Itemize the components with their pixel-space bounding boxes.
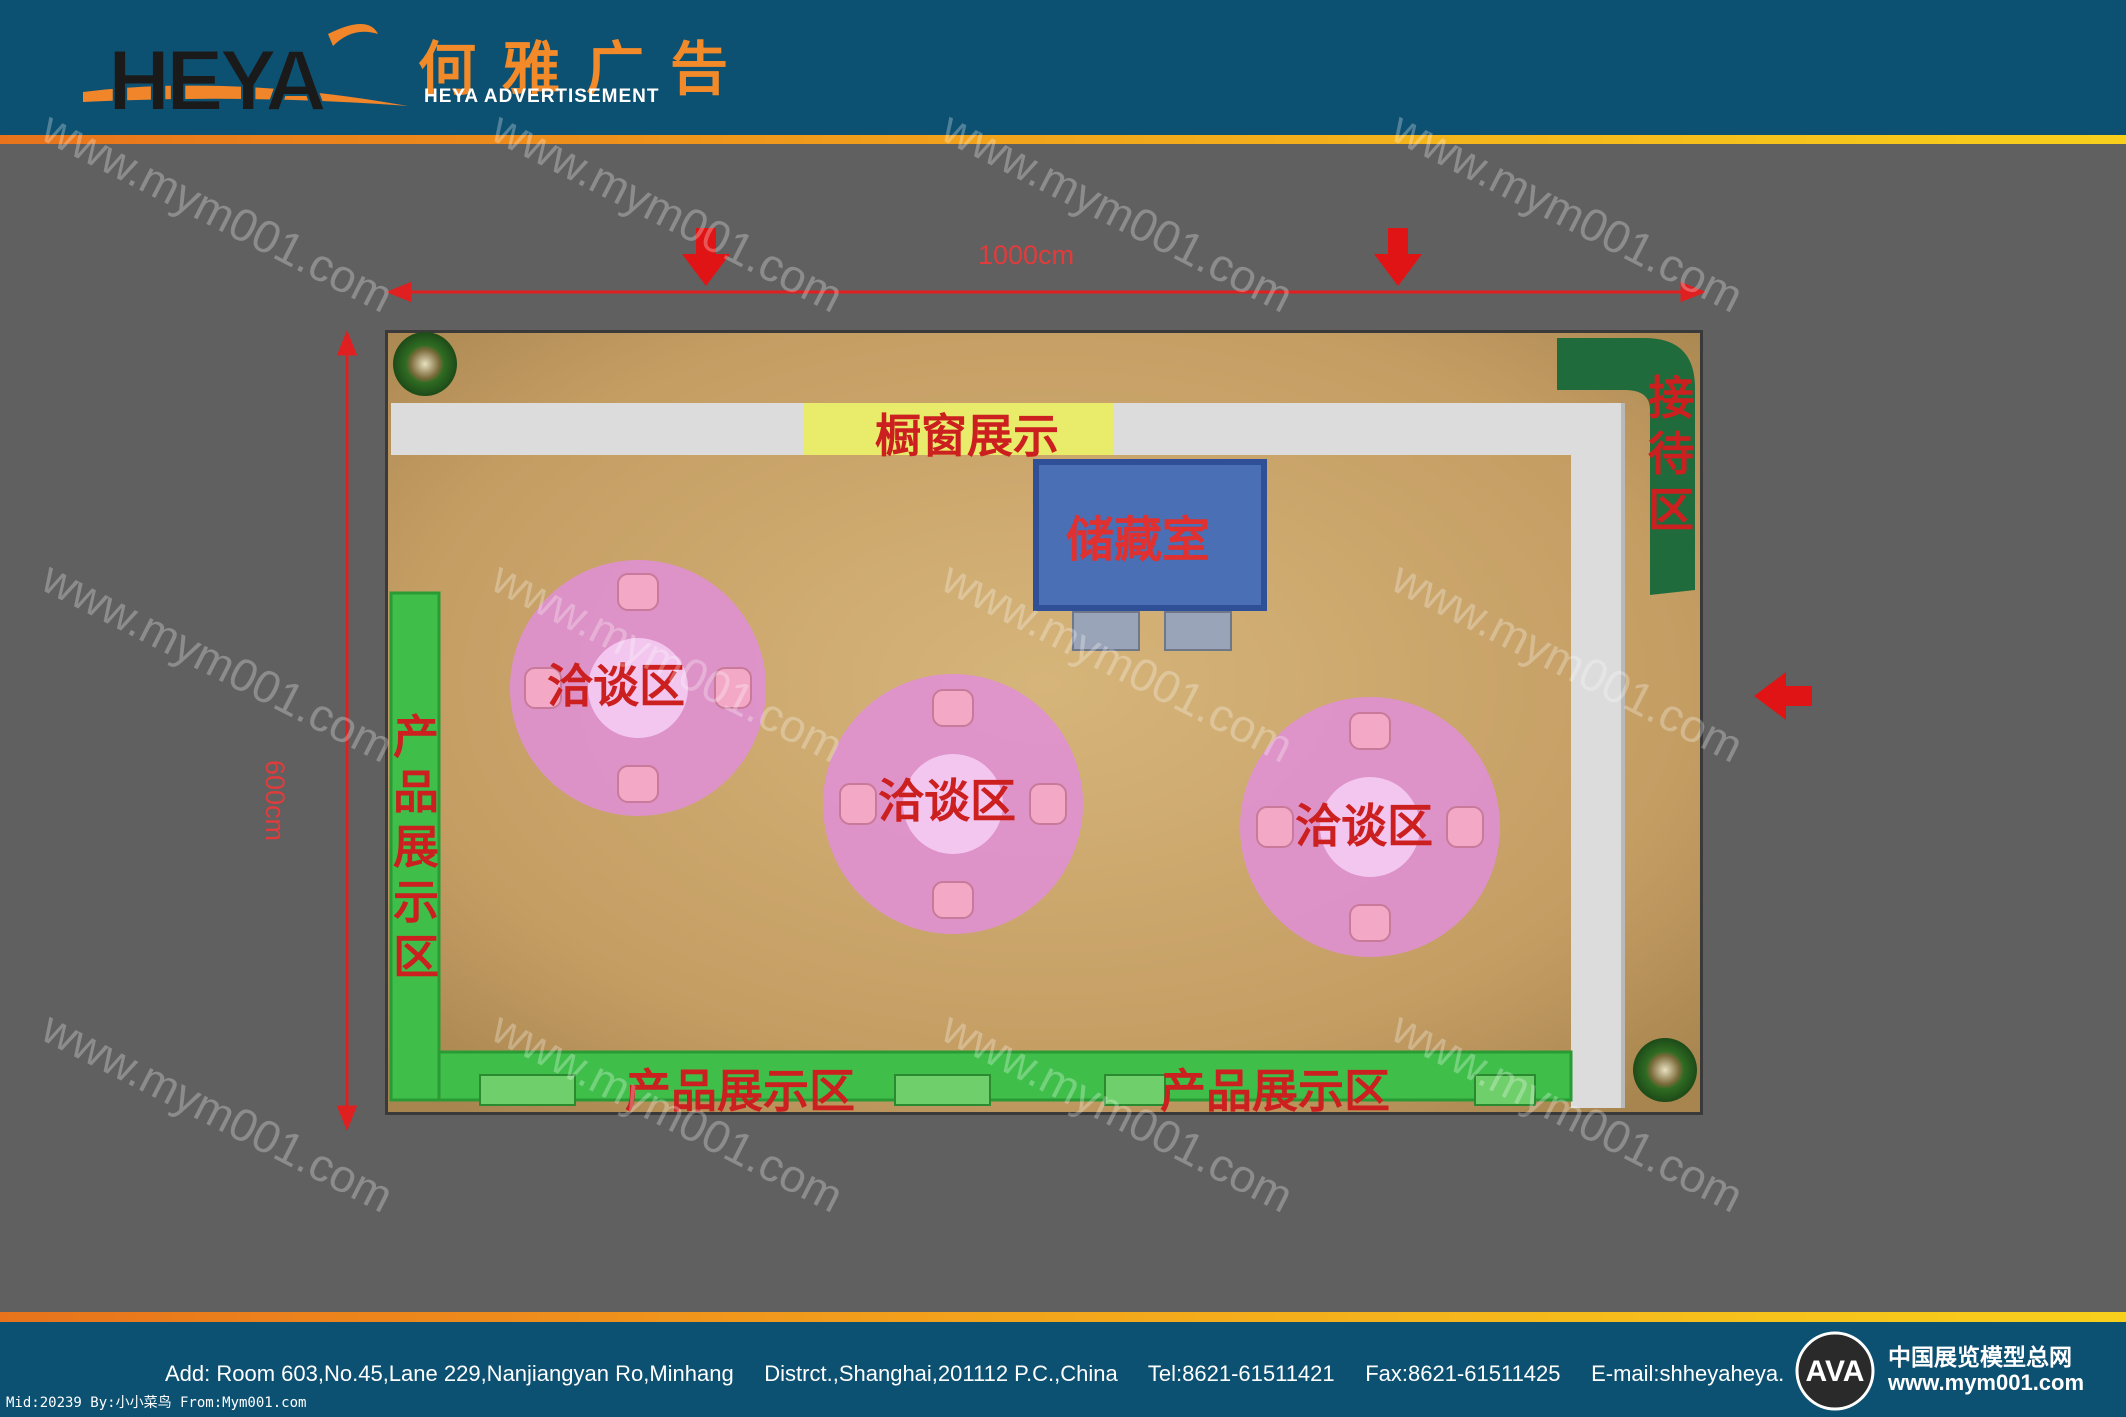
entrance-arrow-2-icon [1374, 228, 1422, 286]
footer-accent-line [0, 1312, 2126, 1322]
entrance-arrows [682, 228, 1812, 720]
dimension-overlay [336, 228, 1812, 1132]
entrance-arrow-3-icon [1754, 672, 1812, 720]
depth-dimension-label: 600cm [260, 760, 290, 842]
footer-address: Add: Room 603,No.45,Lane 229,Nanjiangyan… [165, 1361, 1826, 1386]
footer-credit: Mid:20239 By:小小菜鸟 From:Mym001.com [6, 1395, 307, 1411]
site-name-cn: 中国展览模型总网 [1888, 1345, 2072, 1371]
entrance-arrow-1-icon [682, 228, 730, 286]
site-badge-icon: AVA [1806, 1355, 1865, 1388]
width-dimension-label: 1000cm [978, 240, 1075, 270]
site-url: www.mym001.com [1888, 1370, 2085, 1395]
